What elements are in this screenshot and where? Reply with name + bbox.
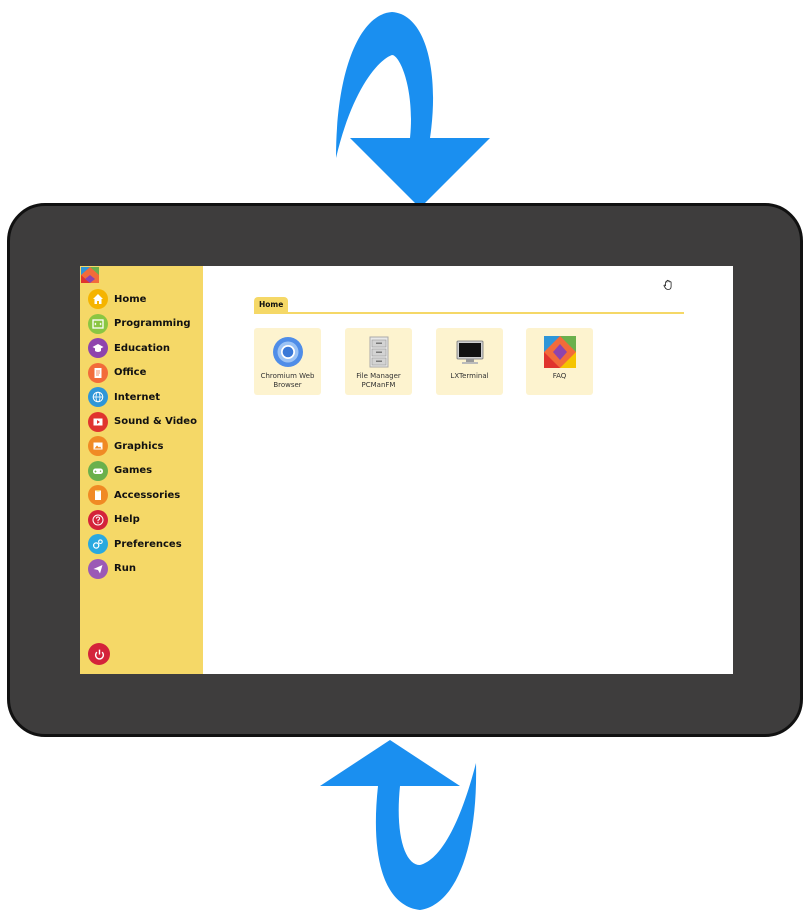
document-icon [88,362,108,383]
app-logo-icon [81,267,99,283]
sidebar-item-label: Programming [114,318,191,330]
gears-icon [88,534,108,555]
sidebar-item-programming[interactable]: Programming [88,312,197,337]
rotate-up-arrow-icon [320,740,477,910]
app-tile-lxterminal[interactable]: LXTerminal [436,328,503,395]
breadcrumb-divider [254,312,684,314]
sidebar-item-preferences[interactable]: Preferences [88,532,197,557]
rotate-down-arrow-icon [336,12,490,208]
screen: Home Programming Education Office Intern… [80,266,733,674]
sidebar-item-label: Run [114,563,136,575]
sidebar-item-label: Internet [114,391,161,403]
app-tile-label: LXTerminal [450,372,489,380]
hand-cursor-icon[interactable] [662,279,674,291]
app-tile-label: Chromium Web Browser [260,372,315,389]
app-tile-label: File Manager PCManFM [356,372,401,389]
code-icon [88,313,108,334]
sidebar-item-label: Games [114,465,153,477]
app-tile-file-manager[interactable]: File Manager PCManFM [345,328,412,395]
monitor-icon [456,340,483,364]
gamepad-icon [88,460,108,481]
sidebar-item-internet[interactable]: Internet [88,385,197,410]
breadcrumb[interactable]: Home [254,297,289,312]
sidebar-item-office[interactable]: Office [88,361,197,386]
paper-plane-icon [88,558,108,579]
category-menu: Home Programming Education Office Intern… [88,287,197,581]
sidebar-item-accessories[interactable]: Accessories [88,483,197,508]
power-icon [94,649,104,660]
globe-icon [88,387,108,408]
app-tile-label: FAQ [552,372,567,380]
app-tile-faq[interactable]: FAQ [526,328,593,395]
sidebar-item-sound-video[interactable]: Sound & Video [88,410,197,435]
sidebar-item-games[interactable]: Games [88,459,197,484]
sidebar-item-run[interactable]: Run [88,557,197,582]
sidebar-item-label: Help [114,514,140,526]
chromium-icon [272,337,303,367]
sidebar-item-label: Sound & Video [114,416,197,428]
clipboard-icon [88,485,108,506]
sidebar-item-home[interactable]: Home [88,287,197,312]
sidebar: Home Programming Education Office Intern… [80,266,203,674]
sidebar-item-label: Accessories [114,489,181,501]
file-cabinet-icon [369,336,388,368]
play-icon [88,411,108,432]
sidebar-item-help[interactable]: Help [88,508,197,533]
sidebar-item-label: Graphics [114,440,164,452]
graduation-cap-icon [88,338,108,359]
sidebar-item-label: Preferences [114,538,182,550]
sidebar-item-education[interactable]: Education [88,336,197,361]
faq-logo-icon [543,336,576,368]
sidebar-item-label: Office [114,367,147,379]
picture-icon [88,436,108,457]
sidebar-item-label: Home [114,293,147,305]
sidebar-item-label: Education [114,342,170,354]
sidebar-item-graphics[interactable]: Graphics [88,434,197,459]
app-tile-chromium[interactable]: Chromium Web Browser [254,328,321,395]
power-button[interactable] [88,643,110,665]
home-icon [88,289,108,310]
question-icon [88,509,108,530]
